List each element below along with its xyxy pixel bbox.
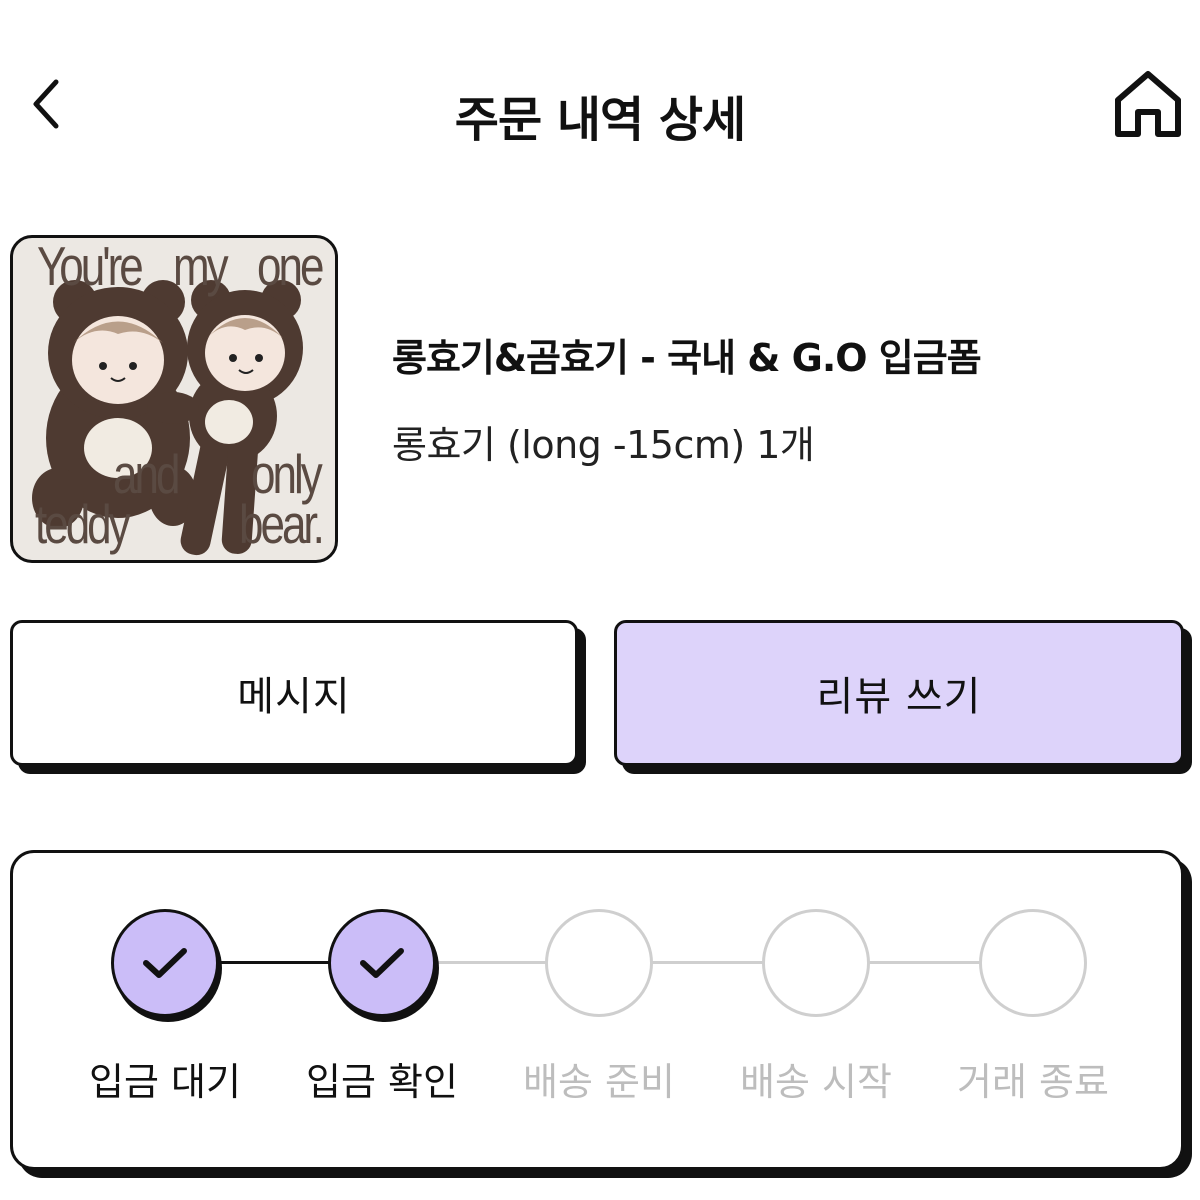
product-option: 롱효기 (long -15cm) 1개 [392, 423, 815, 467]
image-text-one: one [257, 236, 324, 298]
step-1-label: 입금 대기 [89, 1060, 241, 1104]
checkmark-icon [143, 948, 187, 978]
image-text-my: my [173, 236, 229, 298]
step-4-label: 배송 시작 [740, 1060, 892, 1104]
image-text-teddy: teddy [35, 494, 131, 556]
step-connector [652, 961, 766, 964]
checkmark-icon [360, 948, 404, 978]
step-3-indicator [545, 909, 653, 1017]
step-connector [218, 961, 332, 964]
image-text-youre: You're [37, 236, 144, 298]
product-info: 롱효기&곰효기 - 국내 & G.O 입금폼 롱효기 (long -15cm) … [392, 327, 982, 469]
step-5-indicator [979, 909, 1087, 1017]
step-3-label: 배송 준비 [523, 1060, 675, 1104]
step-connector [869, 961, 983, 964]
step-2-indicator [328, 909, 436, 1017]
image-text-bear: bear. [239, 494, 325, 556]
message-button[interactable]: 메시지 [10, 620, 578, 766]
product-name[interactable]: 롱효기&곰효기 - 국내 & G.O 입금폼 [392, 327, 982, 382]
step-2-label: 입금 확인 [306, 1060, 458, 1104]
home-icon [1115, 71, 1181, 137]
step-1-indicator [111, 909, 219, 1017]
page-title: 주문 내역 상세 [454, 92, 746, 148]
step-connector [435, 961, 549, 964]
product-thumbnail[interactable]: You're my one and teddy only bear. [10, 235, 338, 563]
write-review-button[interactable]: 리뷰 쓰기 [614, 620, 1184, 766]
order-progress-card: 입금 대기 입금 확인 배송 준비 배송 시작 거래 종료 [10, 850, 1184, 1170]
step-5-label: 거래 종료 [957, 1060, 1109, 1104]
product-summary: You're my one and teddy only bear. 롱효기&곰… [0, 235, 1200, 565]
top-navigation-bar: 주문 내역 상세 [0, 40, 1200, 170]
step-4-indicator [762, 909, 870, 1017]
home-button[interactable] [1108, 64, 1188, 144]
